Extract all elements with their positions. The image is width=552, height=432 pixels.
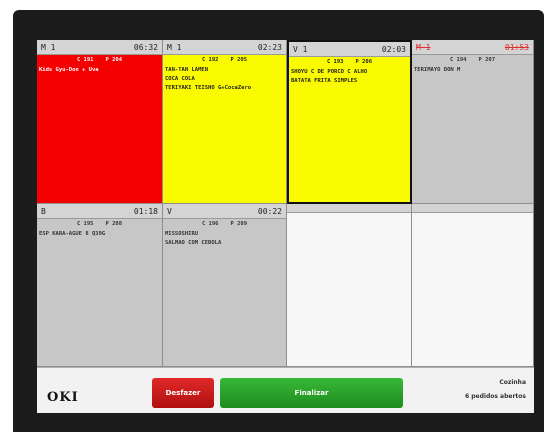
- client-number: C 196: [201, 221, 219, 227]
- station-name: Cozinha: [499, 379, 526, 386]
- order-ids: C 193 P 206: [289, 59, 410, 65]
- order-header: M 1 01:53: [412, 40, 533, 55]
- order-timer: 06:32: [133, 42, 158, 52]
- open-orders-count: 6 pedidos abertos: [465, 393, 526, 400]
- order-header: B 01:18: [37, 204, 162, 219]
- client-number: C 193: [326, 59, 344, 65]
- order-card[interactable]: M 1 06:32 C 191 P 204 Kids Gyu-Don + Uva: [37, 40, 163, 204]
- order-table: M 1: [41, 42, 56, 52]
- client-number: C 191: [76, 57, 94, 63]
- order-number: P 208: [105, 221, 123, 227]
- order-item: Kids Gyu-Don + Uva: [39, 67, 99, 73]
- order-item: MISSOSHIRU: [165, 231, 199, 237]
- order-ids: C 191 P 204: [37, 57, 162, 63]
- empty-order-slot: [287, 204, 412, 367]
- order-header: V 1 02:03: [289, 42, 410, 57]
- order-timer: 02:03: [381, 44, 406, 54]
- order-table: M 1: [167, 42, 182, 52]
- order-item: COCA COLA: [165, 76, 195, 82]
- order-number: P 207: [478, 57, 496, 63]
- order-card[interactable]: M 1 02:23 C 192 P 205 TAN-TAN LAMEN COCA…: [163, 40, 287, 204]
- empty-slot-header: [412, 204, 533, 213]
- station-status: Cozinha 6 pedidos abertos: [465, 376, 526, 404]
- order-number: P 204: [105, 57, 123, 63]
- order-card-selected[interactable]: V 1 02:03 C 193 P 206 SHOYU C DE PORCO C…: [287, 40, 412, 204]
- order-table: V 1: [293, 44, 308, 54]
- order-ids: C 195 P 208: [37, 221, 162, 227]
- order-number: P 206: [355, 59, 373, 65]
- order-number: P 209: [230, 221, 248, 227]
- order-header: V 00:22: [163, 204, 286, 219]
- order-item: TERIYAKI TEISHO G+CocaZero: [165, 85, 252, 91]
- empty-order-slot: [412, 204, 534, 367]
- order-item: ESP KARA-AGUE 8 Q39G: [39, 231, 106, 237]
- order-item: SALMAO COM CEBOLA: [165, 240, 222, 246]
- order-timer: 01:18: [133, 206, 158, 216]
- order-timer: 00:22: [257, 206, 282, 216]
- client-number: C 194: [449, 57, 467, 63]
- undo-button[interactable]: Desfazer: [152, 378, 214, 408]
- empty-slot-header: [287, 204, 411, 213]
- order-timer: 01:53: [504, 42, 529, 52]
- kitchen-display-screen: M 1 06:32 C 191 P 204 Kids Gyu-Don + Uva…: [37, 40, 534, 413]
- order-item: TAN-TAN LAMEN: [165, 67, 209, 73]
- order-ids: C 196 P 209: [163, 221, 286, 227]
- order-header: M 1 02:23: [163, 40, 286, 55]
- order-card[interactable]: V 00:22 C 196 P 209 MISSOSHIRU SALMAO CO…: [163, 204, 287, 367]
- order-table: M 1: [416, 42, 431, 52]
- client-number: C 195: [76, 221, 94, 227]
- order-number: P 205: [230, 57, 248, 63]
- order-table: B: [41, 206, 46, 216]
- finish-button[interactable]: Finalizar: [220, 378, 403, 408]
- order-table: V: [167, 206, 172, 216]
- order-ids: C 194 P 207: [412, 57, 533, 63]
- order-item: SHOYU C DE PORCO C ALHO: [291, 69, 368, 75]
- brand-logo: OKI: [47, 390, 79, 405]
- order-card[interactable]: M 1 01:53 C 194 P 207 TERIMAYO DON M: [412, 40, 534, 204]
- order-header: M 1 06:32: [37, 40, 162, 55]
- order-timer: 02:23: [257, 42, 282, 52]
- client-number: C 192: [201, 57, 219, 63]
- order-card[interactable]: B 01:18 C 195 P 208 ESP KARA-AGUE 8 Q39G: [37, 204, 163, 367]
- order-item: TERIMAYO DON M: [414, 67, 461, 73]
- action-bar: OKI Desfazer Finalizar Cozinha 6 pedidos…: [37, 367, 534, 413]
- order-item: BATATA FRITA SIMPLES: [291, 78, 358, 84]
- order-ids: C 192 P 205: [163, 57, 286, 63]
